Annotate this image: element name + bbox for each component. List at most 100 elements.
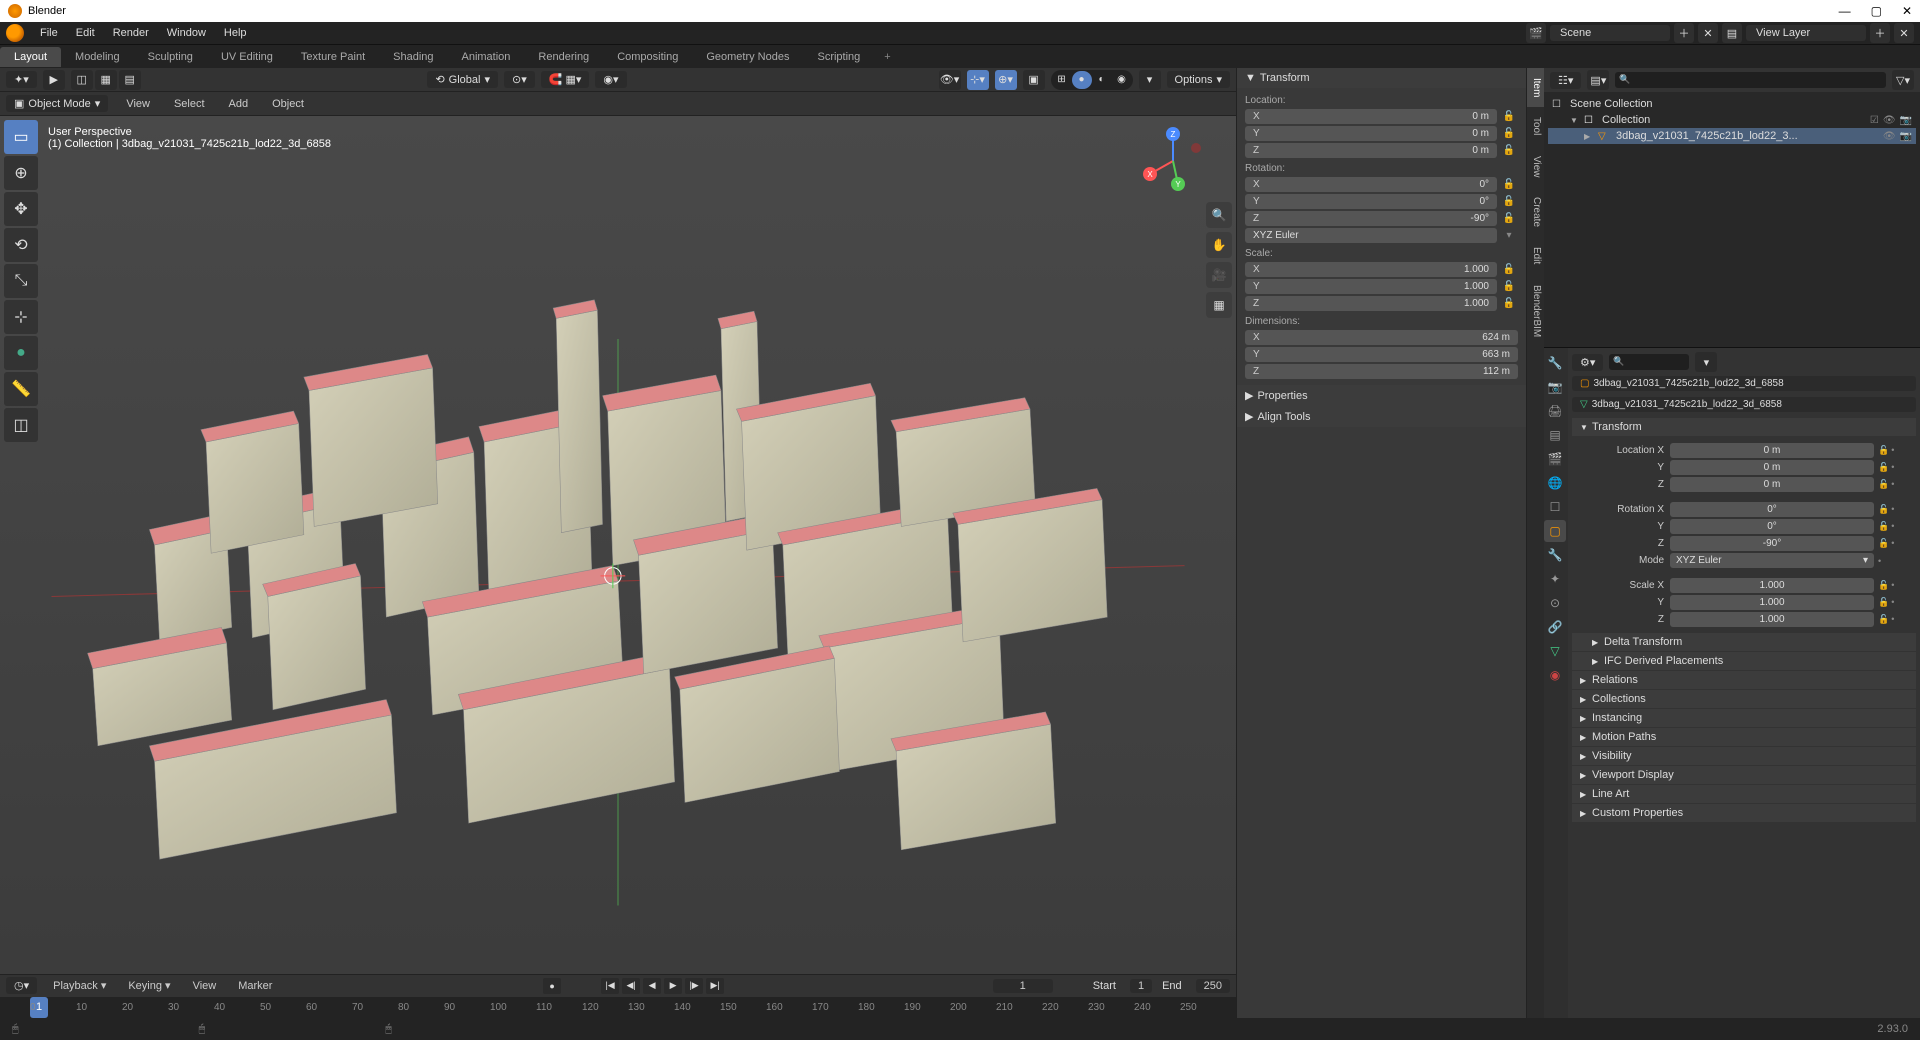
- properties-editor-icon[interactable]: ⚙▾: [1572, 354, 1603, 371]
- lock-icon[interactable]: 🔓: [1500, 281, 1518, 292]
- mesh-name-field[interactable]: ▽ 3dbag_v21031_7425c21b_lod22_3d_6858: [1572, 397, 1916, 412]
- render-tab-icon[interactable]: 📷: [1544, 376, 1566, 398]
- lock-icon[interactable]: 🔓: [1500, 264, 1518, 275]
- lock-icon[interactable]: 🔓: [1500, 196, 1518, 207]
- visibility-icon[interactable]: 👁▾: [939, 70, 961, 90]
- panel-header-instancing[interactable]: ▶Instancing: [1572, 709, 1916, 727]
- scale-x-field[interactable]: X1.000: [1245, 262, 1497, 277]
- tree-row-scene-collection[interactable]: ☐ Scene Collection: [1548, 96, 1916, 112]
- workspace-tab-scripting[interactable]: Scripting: [803, 47, 874, 67]
- workspace-tab-uvediting[interactable]: UV Editing: [207, 47, 287, 67]
- location-z-field[interactable]: Z0 m: [1245, 143, 1497, 158]
- gizmo-toggle-icon[interactable]: ⊹▾: [967, 70, 989, 90]
- scale-z-field[interactable]: Z1.000: [1245, 296, 1497, 311]
- viewlayer-name-field[interactable]: View Layer: [1746, 25, 1866, 41]
- panel-header-relations[interactable]: ▶Relations: [1572, 671, 1916, 689]
- rotation-x-field[interactable]: X0°: [1245, 177, 1497, 192]
- scene-icon[interactable]: 🎬: [1526, 23, 1546, 43]
- end-frame-field[interactable]: 250: [1196, 979, 1230, 993]
- orientation-dropdown[interactable]: ⟲ Global ▾: [427, 71, 498, 88]
- keying-menu[interactable]: Keying ▾: [122, 977, 176, 994]
- lock-icon[interactable]: 🔓: [1878, 479, 1889, 490]
- object-name-field[interactable]: ▢ 3dbag_v21031_7425c21b_lod22_3d_6858: [1572, 376, 1916, 391]
- lock-icon[interactable]: 🔓: [1878, 504, 1889, 515]
- properties-search-input[interactable]: [1609, 354, 1689, 370]
- rotation-y-field[interactable]: Y0°: [1245, 194, 1497, 209]
- constraint-tab-icon[interactable]: 🔗: [1544, 616, 1566, 638]
- cursor-tool-icon[interactable]: ▶: [43, 70, 65, 90]
- dim-z-field[interactable]: Z112 m: [1245, 364, 1518, 379]
- workspace-tab-layout[interactable]: Layout: [0, 47, 61, 67]
- prop-scale-z-field[interactable]: 1.000: [1670, 612, 1874, 627]
- transform-panel-header[interactable]: ▼ Transform: [1237, 68, 1526, 88]
- filter-icon[interactable]: ▽▾: [1892, 70, 1914, 90]
- prop-scale-x-field[interactable]: 1.000: [1670, 578, 1874, 593]
- menu-edit[interactable]: Edit: [68, 24, 103, 42]
- current-frame-field[interactable]: 1: [993, 979, 1053, 993]
- lock-icon[interactable]: 🔓: [1878, 614, 1889, 625]
- lock-icon[interactable]: 🔓: [1878, 580, 1889, 591]
- play-reverse-icon[interactable]: ◀: [643, 978, 661, 994]
- lock-icon[interactable]: 🔓: [1500, 298, 1518, 309]
- prop-rotation-x-field[interactable]: 0°: [1670, 502, 1874, 517]
- shading-rendered-icon[interactable]: ◉: [1112, 71, 1132, 89]
- options-dropdown[interactable]: Options ▾: [1167, 71, 1230, 88]
- location-y-field[interactable]: Y0 m: [1245, 126, 1497, 141]
- scene-name-field[interactable]: Scene: [1550, 25, 1670, 41]
- npanel-tab-create[interactable]: Create: [1527, 187, 1544, 237]
- snap-icon[interactable]: ▤: [119, 70, 141, 90]
- lock-icon[interactable]: 🔓: [1500, 111, 1518, 122]
- view-menu[interactable]: View: [120, 96, 156, 112]
- lock-icon[interactable]: 🔓: [1500, 128, 1518, 139]
- workspace-tab-modeling[interactable]: Modeling: [61, 47, 134, 67]
- delete-scene-icon[interactable]: ✕: [1698, 23, 1718, 43]
- lock-icon[interactable]: 🔓: [1878, 521, 1889, 532]
- workspace-tab-sculpting[interactable]: Sculpting: [134, 47, 207, 67]
- tool-tab-icon[interactable]: 🔧: [1544, 352, 1566, 374]
- lock-icon[interactable]: 🔓: [1878, 462, 1889, 473]
- npanel-tab-item[interactable]: Item: [1527, 68, 1544, 107]
- workspace-tab-rendering[interactable]: Rendering: [524, 47, 603, 67]
- snap-icon[interactable]: ▦: [95, 70, 117, 90]
- prop-location-y-field[interactable]: 0 m: [1670, 460, 1874, 475]
- workspace-tab-animation[interactable]: Animation: [448, 47, 525, 67]
- world-tab-icon[interactable]: 🌐: [1544, 472, 1566, 494]
- add-menu[interactable]: Add: [223, 96, 255, 112]
- prop-rotation-z-field[interactable]: -90°: [1670, 536, 1874, 551]
- delete-viewlayer-icon[interactable]: ✕: [1894, 23, 1914, 43]
- render-icon[interactable]: 📷: [1900, 115, 1912, 126]
- scale-y-field[interactable]: Y1.000: [1245, 279, 1497, 294]
- mode-dropdown[interactable]: ▣ Object Mode ▾: [6, 95, 108, 112]
- play-icon[interactable]: ▶: [664, 978, 682, 994]
- display-mode-icon[interactable]: ▤▾: [1587, 70, 1609, 90]
- panel-header-collections[interactable]: ▶Collections: [1572, 690, 1916, 708]
- panel-header-visibility[interactable]: ▶Visibility: [1572, 747, 1916, 765]
- npanel-tab-blenderbim[interactable]: BlenderBIM: [1527, 275, 1544, 347]
- marker-menu[interactable]: Marker: [232, 978, 278, 994]
- transform-section-header[interactable]: ▼Transform: [1572, 418, 1916, 436]
- eye-icon[interactable]: 👁: [1883, 115, 1896, 126]
- snap-dropdown[interactable]: 🧲 ▦▾: [541, 71, 590, 88]
- menu-file[interactable]: File: [32, 24, 66, 42]
- npanel-tab-tool[interactable]: Tool: [1527, 107, 1544, 145]
- workspace-tab-shading[interactable]: Shading: [379, 47, 447, 67]
- snap-icon[interactable]: ◫: [71, 70, 93, 90]
- shading-solid-icon[interactable]: ●: [1072, 71, 1092, 89]
- npanel-tab-view[interactable]: View: [1527, 146, 1544, 188]
- tree-row-object[interactable]: ▶ ▽ 3dbag_v21031_7425c21b_lod22_3... 👁📷: [1548, 128, 1916, 144]
- panel-header-viewport-display[interactable]: ▶Viewport Display: [1572, 766, 1916, 784]
- modifier-tab-icon[interactable]: 🔧: [1544, 544, 1566, 566]
- menu-render[interactable]: Render: [105, 24, 157, 42]
- shading-material-icon[interactable]: ◐: [1092, 71, 1112, 89]
- timeline-ruler[interactable]: 1 01020304050607080901001101201301401501…: [0, 997, 1236, 1019]
- output-tab-icon[interactable]: 🖨: [1544, 400, 1566, 422]
- pin-icon[interactable]: ▾: [1695, 352, 1717, 372]
- playback-menu[interactable]: Playback ▾: [47, 977, 112, 994]
- prop-scale-y-field[interactable]: 1.000: [1670, 595, 1874, 610]
- pivot-dropdown[interactable]: ⊙▾: [504, 71, 535, 88]
- render-icon[interactable]: 📷: [1900, 131, 1912, 142]
- expand-icon[interactable]: ▼: [1570, 116, 1580, 125]
- rotation-mode-dropdown[interactable]: XYZ Euler: [1245, 228, 1497, 243]
- tree-row-collection[interactable]: ▼ ☐ Collection ☑👁📷: [1548, 112, 1916, 128]
- editor-type-dropdown[interactable]: ✦▾: [6, 71, 37, 88]
